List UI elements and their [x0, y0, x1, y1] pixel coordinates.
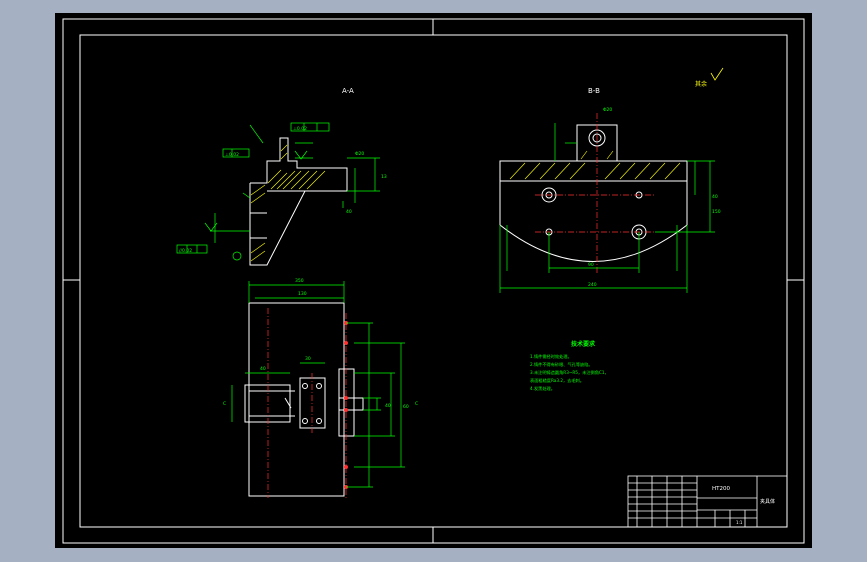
tech-req-title: 技术要求 [571, 340, 596, 348]
cad-drawing-sheet: A-A ⊥0.02 ⊥0.02 //0.02 Φ20 13 40 B-B 其余 … [62, 18, 805, 544]
section-a-view: A-A ⊥0.02 ⊥0.02 //0.02 Φ20 13 40 [176, 87, 387, 266]
svg-text:40: 40 [385, 403, 391, 409]
top-view-centerlines [267, 308, 347, 498]
svg-text:13: 13 [381, 174, 387, 180]
svg-text:⊥0.02: ⊥0.02 [225, 152, 239, 158]
sheet-frame [62, 18, 805, 544]
title-block-material: HT200 [712, 486, 730, 492]
svg-text:90: 90 [588, 262, 594, 268]
section-a-hatch [250, 144, 326, 262]
title-block-part-name: 夹具体 [760, 498, 775, 505]
svg-text:⊥0.02: ⊥0.02 [293, 126, 307, 132]
top-view: 350 130 60 40 C C 30 40 [223, 278, 418, 498]
svg-text:C: C [415, 401, 418, 407]
title-block-scale: 1:1 [736, 520, 743, 525]
svg-text:Φ20: Φ20 [603, 107, 612, 113]
tech-req-line-4: 表面粗糙度Ra3.2，去毛刺。 [530, 377, 584, 384]
tech-req-line-5: 4.发黑处理。 [530, 385, 555, 392]
roughness-note: 其余 [695, 80, 707, 88]
svg-text:240: 240 [588, 282, 597, 288]
tech-req-line-1: 1.铸件需经时效处理。 [530, 353, 572, 360]
title-block: HT200 夹具体 1:1 [627, 475, 788, 528]
svg-text:40: 40 [712, 194, 718, 200]
svg-text:40: 40 [260, 366, 266, 372]
section-b-label: B-B [588, 87, 600, 95]
svg-text:C: C [223, 401, 226, 407]
tech-req-line-2: 2.铸件不得有砂眼、气孔等缺陷。 [530, 361, 593, 368]
section-b-dimensions [499, 123, 715, 293]
section-a-label: A-A [342, 87, 354, 95]
section-b-hatch [509, 150, 681, 180]
svg-text:60: 60 [403, 404, 409, 410]
tech-req-line-3: 3.未注明铸造圆角R3~R5，未注倒角C1， [530, 369, 609, 376]
svg-text:Φ20: Φ20 [355, 151, 364, 157]
cad-viewport[interactable]: A-A ⊥0.02 ⊥0.02 //0.02 Φ20 13 40 B-B 其余 … [55, 13, 812, 548]
svg-text://0.02: //0.02 [179, 248, 192, 254]
svg-text:350: 350 [295, 278, 304, 284]
tech-requirements: 技术要求 1.铸件需经时效处理。 2.铸件不得有砂眼、气孔等缺陷。 3.未注明铸… [530, 340, 609, 392]
svg-text:40: 40 [346, 209, 352, 215]
section-b-view: B-B 其余 240 90 40 150 Φ20 [499, 67, 724, 293]
svg-text:30: 30 [305, 356, 311, 362]
svg-text:150: 150 [712, 209, 721, 215]
svg-text:130: 130 [298, 291, 307, 297]
roughness-symbol-icon [710, 67, 724, 81]
